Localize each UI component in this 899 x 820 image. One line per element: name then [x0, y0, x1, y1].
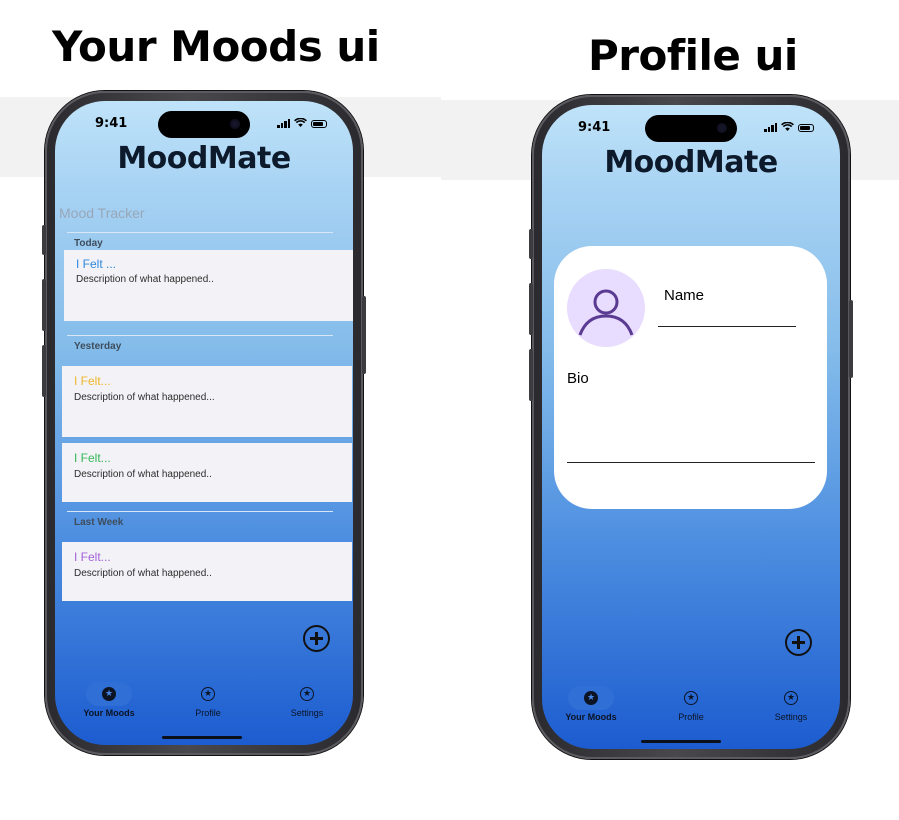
nav-tab-profile[interactable]: ★ Profile — [646, 686, 736, 726]
phone-profile: 9:41 MoodMate Name Bio ★ Your Moods ★ Pr… — [529, 95, 853, 759]
screen-your-moods: 9:41 MoodMate Mood Tracker Today I Felt … — [55, 101, 353, 745]
phone-side-button — [529, 229, 533, 259]
star-icon: ★ — [784, 691, 798, 705]
status-icons — [764, 122, 814, 132]
app-title: MoodMate — [117, 141, 291, 176]
camera-icon — [230, 119, 240, 129]
nav-label: Settings — [290, 708, 324, 718]
phone-side-button — [362, 296, 366, 374]
app-title: MoodMate — [604, 145, 778, 180]
avatar[interactable] — [567, 269, 645, 347]
section-label-last-week: Last Week — [74, 517, 124, 528]
mood-entry-felt: I Felt... — [74, 451, 111, 465]
profile-card: Name Bio — [554, 246, 827, 509]
nav-tab-settings[interactable]: ★ Settings — [262, 682, 352, 722]
status-time: 9:41 — [578, 120, 611, 135]
mood-entry-felt: I Felt... — [74, 550, 111, 564]
dynamic-island — [158, 111, 250, 138]
phone-side-button — [42, 279, 46, 331]
name-label: Name — [664, 287, 705, 304]
star-icon: ★ — [201, 687, 215, 701]
mood-entry-card[interactable]: I Felt ... Description of what happened.… — [64, 250, 353, 321]
dynamic-island — [645, 115, 737, 142]
home-indicator[interactable] — [162, 736, 242, 739]
signal-icon — [277, 119, 290, 128]
section-label-today: Today — [74, 238, 103, 249]
mood-entry-felt: I Felt ... — [76, 257, 117, 271]
nav-tab-your-moods[interactable]: ★ Your Moods — [64, 682, 154, 722]
mood-entry-card[interactable]: I Felt... Description of what happened.. — [62, 443, 352, 502]
nav-tab-profile[interactable]: ★ Profile — [163, 682, 253, 722]
camera-icon — [717, 123, 727, 133]
wifi-icon — [294, 118, 307, 127]
star-icon: ★ — [102, 687, 116, 701]
section-label-yesterday: Yesterday — [74, 341, 122, 352]
screen-profile: 9:41 MoodMate Name Bio ★ Your Moods ★ Pr… — [542, 105, 840, 749]
signal-icon — [764, 123, 777, 132]
heading-profile: Profile ui — [588, 31, 798, 80]
nav-label: Your Moods — [565, 712, 617, 722]
mood-entry-description: Description of what happened... — [74, 392, 215, 403]
add-button[interactable] — [785, 629, 812, 656]
section-divider — [67, 335, 333, 336]
mood-tracker-title: Mood Tracker — [59, 205, 145, 221]
nav-label: Profile — [678, 712, 704, 722]
status-icons — [277, 118, 327, 128]
phone-side-button — [529, 283, 533, 335]
bio-field[interactable] — [567, 462, 815, 463]
nav-label: Profile — [195, 708, 221, 718]
mood-entry-description: Description of what happened.. — [74, 568, 212, 579]
section-divider — [67, 232, 333, 233]
home-indicator[interactable] — [641, 740, 721, 743]
star-icon: ★ — [584, 691, 598, 705]
phone-side-button — [42, 345, 46, 397]
phone-side-button — [42, 225, 46, 255]
mood-entry-card[interactable]: I Felt... Description of what happened.. — [62, 542, 352, 601]
bio-label: Bio — [567, 370, 589, 387]
phone-side-button — [529, 349, 533, 401]
battery-icon — [311, 120, 327, 128]
person-icon — [578, 289, 634, 336]
phone-your-moods: 9:41 MoodMate Mood Tracker Today I Felt … — [42, 91, 366, 755]
star-icon: ★ — [684, 691, 698, 705]
name-field[interactable] — [658, 326, 796, 327]
mood-entry-card[interactable]: I Felt... Description of what happened..… — [62, 366, 352, 437]
section-divider — [67, 511, 333, 512]
wifi-icon — [781, 122, 794, 131]
phone-side-button — [849, 300, 853, 378]
mood-entry-felt: I Felt... — [74, 374, 111, 388]
nav-label: Settings — [774, 712, 808, 722]
mood-entry-description: Description of what happened.. — [74, 469, 212, 480]
nav-tab-settings[interactable]: ★ Settings — [746, 686, 836, 726]
star-icon: ★ — [300, 687, 314, 701]
add-mood-button[interactable] — [303, 625, 330, 652]
mood-entry-description: Description of what happened.. — [76, 274, 214, 285]
status-time: 9:41 — [95, 116, 128, 131]
nav-tab-your-moods[interactable]: ★ Your Moods — [546, 686, 636, 726]
heading-your-moods: Your Moods ui — [52, 22, 380, 71]
battery-icon — [798, 124, 814, 132]
nav-label: Your Moods — [83, 708, 135, 718]
